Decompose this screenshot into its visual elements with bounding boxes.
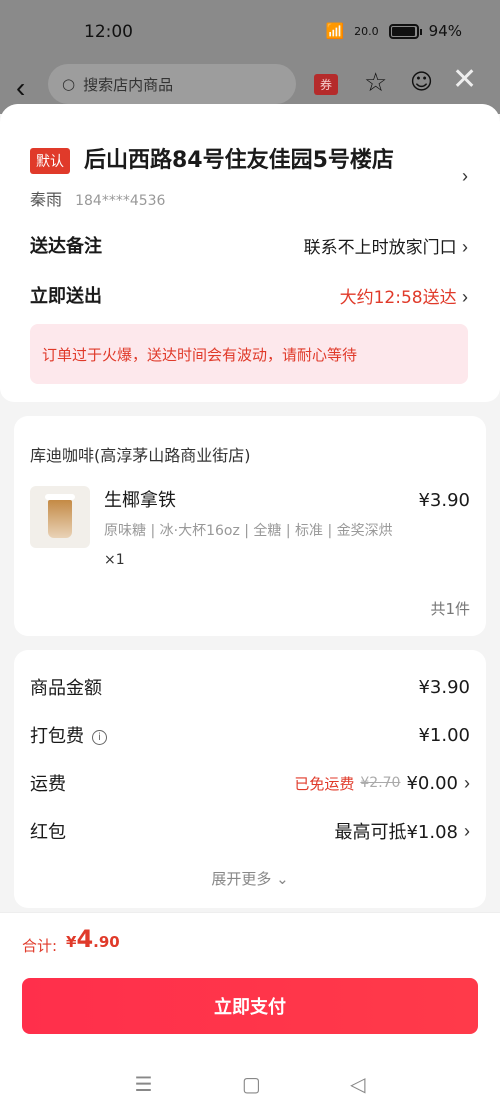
menu-icon[interactable]: ☰ [135, 1072, 153, 1096]
shipping-fee-value: ¥0.00 [406, 772, 458, 794]
packing-fee-row: 打包费 i ¥1.00 [30, 722, 470, 748]
battery-level: 94% [428, 22, 462, 40]
contact-phone: 184****4536 [75, 193, 166, 209]
delivery-note-row[interactable]: 送达备注 联系不上时放家门口 › [30, 232, 468, 258]
total-bar: 合计: ¥4.90 [0, 912, 500, 972]
search-placeholder: 搜索店内商品 [83, 75, 174, 94]
battery-icon [388, 23, 422, 39]
back-nav-icon[interactable]: ◁ [350, 1072, 365, 1096]
system-nav-bar: ☰ ▢ ◁ [0, 1072, 500, 1096]
shipping-fee-row[interactable]: 运费 已免运费 ¥2.70 ¥0.00 › [30, 770, 470, 796]
product-name: 生椰拿铁 [104, 490, 176, 511]
goods-amount-label: 商品金额 [30, 678, 102, 699]
back-icon[interactable]: ‹ [16, 72, 25, 104]
expand-more-button[interactable]: 展开更多 ⌄ [14, 868, 486, 889]
delivery-time-row[interactable]: 立即送出 大约12:58送达 › [30, 282, 468, 308]
chevron-right-icon: › [462, 286, 468, 307]
red-packet-label: 红包 [30, 822, 66, 843]
free-shipping-label: 已免运费 [294, 774, 355, 793]
product-price: ¥3.90 [418, 490, 470, 511]
favorite-star-icon[interactable]: ☆ [364, 68, 387, 98]
total-label: 合计: [22, 937, 58, 955]
bottom-area: 立即支付 ☰ ▢ ◁ [0, 972, 500, 1111]
shipping-fee-label: 运费 [30, 774, 66, 795]
chevron-down-icon: ⌄ [276, 870, 289, 888]
shop-name[interactable]: 库迪咖啡(高淳茅山路商业街店) [30, 442, 251, 466]
packing-fee-label: 打包费 i [30, 722, 107, 748]
product-spec: 原味糖 | 冰·大杯16oz | 全糖 | 标准 | 金奖深烘 [104, 523, 393, 539]
coffee-cup-icon [45, 494, 75, 538]
status-time: 12:00 [84, 22, 133, 42]
info-icon[interactable]: i [92, 729, 107, 745]
home-icon[interactable]: ▢ [242, 1072, 261, 1096]
search-icon: ○ [62, 75, 76, 93]
pay-now-button[interactable]: 立即支付 [22, 978, 478, 1034]
delivery-note-value: 联系不上时放家门口 › [303, 236, 468, 258]
packing-fee-value: ¥1.00 [418, 724, 470, 746]
chevron-right-icon: › [464, 772, 470, 793]
delivery-notice: 订单过于火爆，送达时间会有波动，请耐心等待 [30, 324, 468, 384]
goods-amount-row: 商品金额 ¥3.90 [30, 674, 470, 700]
default-badge: 默认 [30, 148, 70, 174]
fee-card: 商品金额 ¥3.90 打包费 i ¥1.00 运费 已免运费 ¥2.70 ¥0.0… [14, 650, 486, 908]
delivery-time-label: 立即送出 [30, 286, 102, 307]
item-count: 共1件 [430, 600, 470, 618]
delivery-note-label: 送达备注 [30, 236, 102, 257]
original-shipping: ¥2.70 [360, 775, 401, 791]
chevron-right-icon: › [464, 820, 470, 841]
product-image[interactable] [30, 486, 90, 548]
product-quantity: ×1 [104, 552, 125, 568]
red-packet-row[interactable]: 红包 最高可抵¥1.08 › [30, 818, 470, 844]
shipping-fee-detail: 已免运费 ¥2.70 ¥0.00 › [294, 773, 470, 794]
close-icon[interactable]: ✕ [452, 62, 477, 97]
contact-info: 秦雨 184****4536 [30, 186, 165, 210]
customer-service-icon[interactable]: ☺ [410, 70, 433, 95]
search-input[interactable]: ○ 搜索店内商品 [48, 64, 296, 104]
chevron-right-icon: › [462, 236, 468, 257]
status-icons: 📶 20.0 94% [325, 22, 462, 40]
checkout-sheet: 默认 后山西路84号住友佳园5号楼店 › 秦雨 184****4536 送达备注… [0, 104, 500, 1111]
coupon-icon[interactable]: 券 [314, 74, 339, 95]
address-card: 默认 后山西路84号住友佳园5号楼店 › 秦雨 184****4536 送达备注… [0, 104, 500, 402]
red-packet-value: 最高可抵¥1.08 [334, 822, 458, 843]
status-bar: 12:00 📶 20.0 94% [0, 0, 500, 64]
contact-name: 秦雨 [30, 190, 63, 209]
order-card: 库迪咖啡(高淳茅山路商业街店) 生椰拿铁 ¥3.90 原味糖 | 冰·大杯16o… [14, 416, 486, 636]
total-amount: ¥4.90 [66, 925, 120, 953]
goods-amount-value: ¥3.90 [418, 676, 470, 698]
wifi-icon: 📶 [325, 22, 345, 40]
address-chevron-icon[interactable]: › [462, 166, 468, 187]
net-speed: 20.0 [354, 24, 379, 38]
red-packet-detail: 最高可抵¥1.08 › [334, 818, 470, 844]
address-title[interactable]: 后山西路84号住友佳园5号楼店 [84, 142, 394, 174]
delivery-time-value: 大约12:58送达 › [339, 286, 468, 308]
